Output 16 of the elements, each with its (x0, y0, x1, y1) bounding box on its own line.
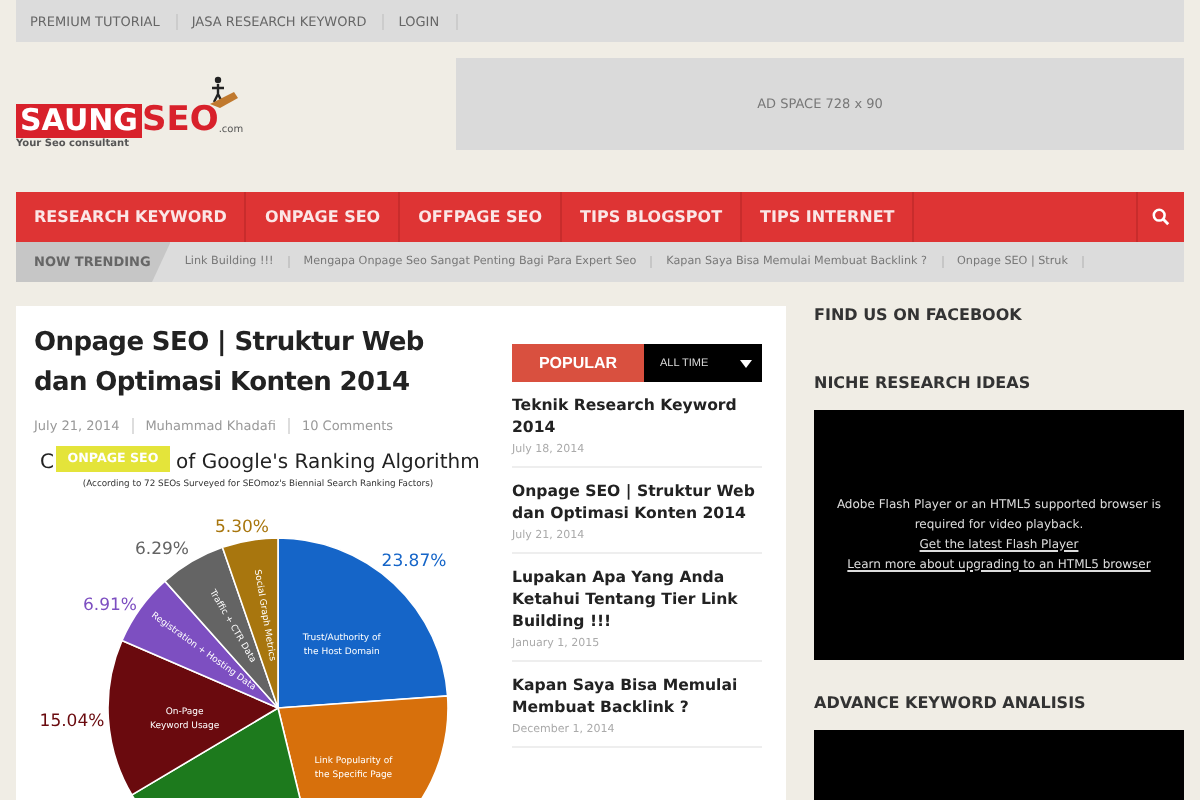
value-label: 23.87% (381, 552, 447, 572)
article-title: Onpage SEO | Struktur Web dan Optimasi Konten 2014 (34, 326, 426, 402)
widget-title: NICHE RESEARCH IDEAS (814, 374, 1033, 396)
caret-icon (740, 359, 752, 367)
value-label: 6.91% (83, 596, 137, 616)
popular-tab[interactable]: POPULAR (512, 344, 644, 382)
widget-title: ADVANCE KEYWORD ANALISIS (814, 694, 1088, 716)
widget-title: FIND US ON FACEBOOK (814, 306, 1024, 328)
value-label: 6.29% (135, 540, 189, 560)
value-label: 15.04% (39, 712, 105, 732)
search-icon (1152, 208, 1170, 226)
value-label: 5.30% (215, 518, 269, 538)
logo-text: SAUNG (16, 104, 142, 138)
logo-text: SEO (142, 104, 219, 138)
chart-title: of Google's Ranking Algorithm (176, 450, 480, 476)
chart-title: C (40, 450, 54, 476)
